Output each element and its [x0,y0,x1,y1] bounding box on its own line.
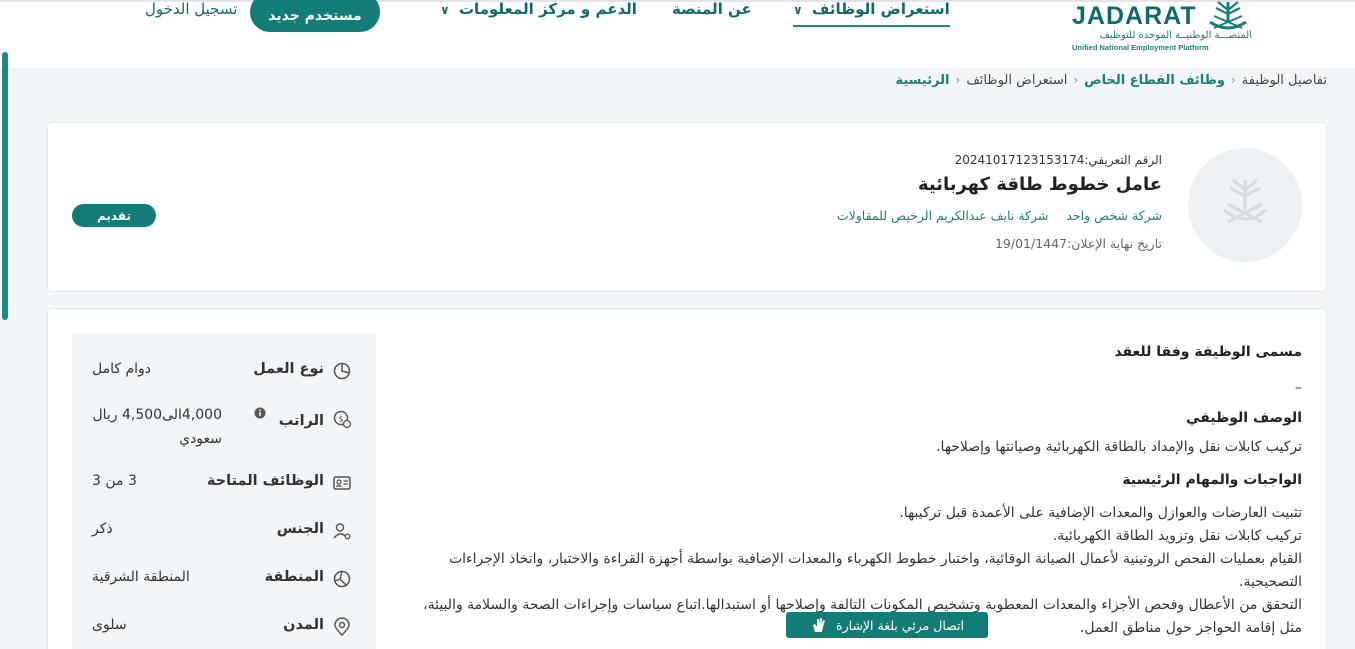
map-icon [333,570,351,588]
attr-label: الوظائف المتاحة [206,473,324,489]
svg-text:$: $ [338,415,343,424]
contract-title-value: – [1295,380,1302,396]
palm-emblem-icon [1223,178,1267,224]
attr-region: المنطقة المنطقة الشرقية [92,567,352,597]
attr-cities: المدن سلوى [92,615,352,645]
jadarat-logo[interactable]: JADARAT المنصـــة الوطنيــة الموحدة للتو… [1068,0,1256,58]
job-summary-card [47,122,1327,292]
nav-browse-jobs[interactable]: استعراض الوظائف ∨ [793,0,950,27]
chevron-down-icon: ∨ [440,3,450,17]
duties-heading: الواجبات والمهام الرئيسية [1122,472,1302,488]
attr-value: دوام كامل [92,361,152,377]
attr-value: 4,000الى4,500 ريال سعودي [92,407,222,447]
login-link[interactable]: تسجيل الدخول [145,0,237,18]
job-reference-number: الرقم التعريفي:20241017123153174 [954,153,1162,167]
apply-button[interactable]: تقديم [72,204,156,227]
nav-about[interactable]: عن المنصة [672,0,752,24]
job-desc-heading: الوصف الوظيفي [1186,410,1302,426]
attr-label: المدن [283,617,324,633]
attr-work-type: نوع العمل دوام كامل [92,359,352,389]
attr-label: الجنس [276,521,324,537]
attr-salary: $ الراتب 4,000الى4,500 ريال سعودي [92,407,352,457]
chevron-down-icon: ∨ [793,3,803,17]
nav-about-label: عن المنصة [672,0,752,18]
attr-value: 3 من 3 [92,473,137,489]
attr-label: الراتب [278,413,324,429]
sign-language-label: اتصال مرئي بلغة الإشارة [836,617,964,633]
sign-language-call-button[interactable]: اتصال مرئي بلغة الإشارة [786,612,988,638]
breadcrumb-separator: ‹ [1230,73,1236,87]
breadcrumb-current: تفاصيل الوظيفة [1241,72,1327,88]
company-logo-placeholder [1188,148,1302,262]
contract-title-heading: مسمى الوظيفة وفقا للعقد [1114,344,1302,360]
info-icon[interactable] [254,407,266,419]
logo-wordmark: JADARAT [1072,2,1197,30]
duty-item: القيام بعمليات الفحص الروتينية لأعمال ال… [448,551,1302,590]
breadcrumb-private-sector[interactable]: وظائف القطاع الخاص [1084,73,1225,88]
duty-item: تثبيت العارضات والعوازل والمعدات الإضافي… [899,505,1302,521]
attr-value: سلوى [92,617,127,633]
location-pin-icon [334,617,350,637]
breadcrumb-separator: ‹ [955,73,961,87]
breadcrumb-separator: ‹ [1073,73,1079,87]
company-type: شركة شخص واحد [1066,208,1162,223]
attr-value: المنطقة الشرقية [92,569,190,585]
scrollbar-thumb[interactable] [2,52,8,320]
attr-value: ذكر [92,521,113,537]
company-name[interactable]: شركة نايف عبدالكريم الرخيص للمقاولات [837,208,1049,223]
id-card-icon [333,476,351,490]
money-icon: $ [333,410,352,429]
attr-openings: الوظائف المتاحة 3 من 3 [92,471,352,501]
site-header: JADARAT المنصـــة الوطنيــة الموحدة للتو… [0,0,1355,68]
pie-chart-icon [333,362,351,380]
attr-label: نوع العمل [253,361,324,377]
job-title: عامل خطوط طاقة كهربائية [917,174,1162,195]
logo-arabic-name: المنصـــة الوطنيــة الموحدة للتوظيف [1099,30,1253,41]
attr-gender: الجنس ذكر [92,519,352,549]
attr-label: المنطقة [264,569,324,585]
user-gender-icon [333,523,351,540]
hand-sign-icon [813,618,826,632]
company-info: شركة نايف عبدالكريم الرخيص للمقاولات شرك… [837,208,1162,223]
breadcrumb-browse[interactable]: استعراض الوظائف [966,73,1067,88]
posting-deadline: تاريخ نهاية الإعلان:19/01/1447 [994,236,1162,251]
logo-english-name: Unified National Employment Platform [1072,43,1209,52]
nav-support-label: الدعم و مركز المعلومات [458,0,637,18]
breadcrumb: الرئيسية ‹ استعراض الوظائف ‹ وظائف القطا… [895,70,1327,90]
nav-support[interactable]: الدعم و مركز المعلومات ∨ [440,0,637,24]
nav-browse-jobs-label: استعراض الوظائف [811,0,950,18]
job-attributes-panel: نوع العمل دوام كامل $ الراتب 4,000الى4,5… [72,333,376,649]
breadcrumb-home[interactable]: الرئيسية [895,73,949,88]
job-description: مسمى الوظيفة وفقا للعقد – الوصف الوظيفي … [402,344,1302,644]
palm-emblem-icon [1209,1,1247,30]
duty-item: تركيب كابلات نقل وتزويد الطاقة الكهربائي… [1052,528,1302,544]
new-user-button[interactable]: مستخدم جديد [250,0,380,32]
job-desc-text: تركيب كابلات نقل والإمداد بالطاقة الكهرب… [936,439,1302,455]
